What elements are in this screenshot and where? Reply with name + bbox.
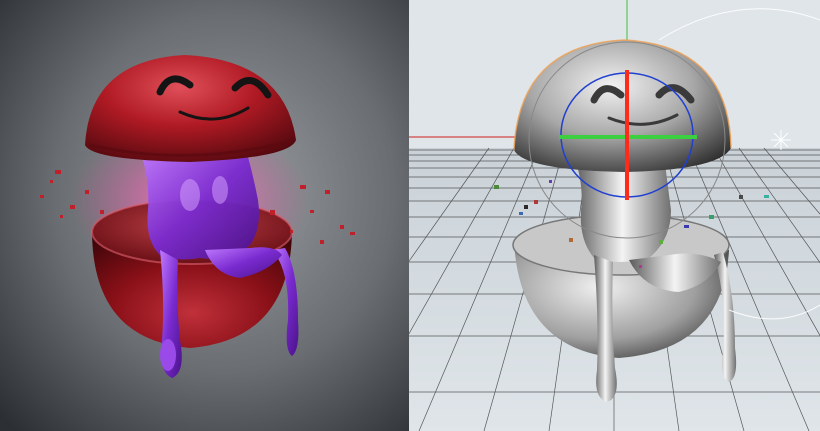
render-panel — [0, 0, 409, 431]
render-image — [0, 0, 409, 431]
viewport-image — [409, 0, 820, 431]
light-icon[interactable] — [771, 130, 791, 150]
image-comparison — [0, 0, 820, 431]
viewport-panel[interactable] — [409, 0, 820, 431]
